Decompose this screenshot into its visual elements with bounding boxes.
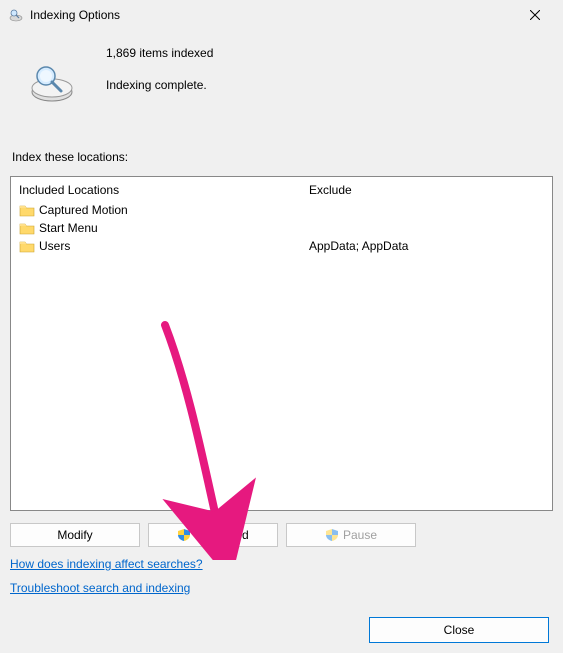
locations-rows: Captured Motion Start Menu Users AppData… [11, 201, 552, 510]
shield-icon [177, 528, 191, 542]
button-label: Close [444, 623, 475, 637]
indexed-count: 1,869 items indexed [106, 46, 213, 60]
column-header-included[interactable]: Included Locations [19, 183, 309, 197]
action-buttons: Modify Advanced Pause [0, 519, 563, 555]
window-close-button[interactable] [515, 1, 555, 29]
help-link[interactable]: How does indexing affect searches? [10, 557, 203, 571]
folder-icon [19, 221, 35, 235]
button-label: Pause [343, 528, 377, 542]
column-header-exclude[interactable]: Exclude [309, 183, 544, 197]
location-exclude: AppData; AppData [309, 239, 544, 253]
modify-button[interactable]: Modify [10, 523, 140, 547]
list-item[interactable]: Captured Motion [11, 201, 552, 219]
close-button[interactable]: Close [369, 617, 549, 643]
window-title: Indexing Options [30, 8, 515, 22]
location-name: Captured Motion [39, 203, 128, 217]
status-area: 1,869 items indexed Indexing complete. [0, 30, 563, 120]
status-text: 1,869 items indexed Indexing complete. [106, 46, 213, 110]
locations-label: Index these locations: [0, 120, 563, 172]
button-label: Modify [57, 528, 92, 542]
help-links: How does indexing affect searches? Troub… [0, 555, 563, 607]
title-bar: Indexing Options [0, 0, 563, 30]
pause-button: Pause [286, 523, 416, 547]
button-label: Advanced [195, 528, 248, 542]
indexing-state: Indexing complete. [106, 78, 213, 92]
list-item[interactable]: Start Menu [11, 219, 552, 237]
list-item[interactable]: Users AppData; AppData [11, 237, 552, 255]
locations-list: Included Locations Exclude Captured Moti… [10, 176, 553, 511]
location-name: Users [39, 239, 70, 253]
app-icon [8, 7, 24, 23]
location-name: Start Menu [39, 221, 98, 235]
column-headers: Included Locations Exclude [11, 177, 552, 201]
indexing-icon [28, 58, 76, 106]
folder-icon [19, 203, 35, 217]
advanced-button[interactable]: Advanced [148, 523, 278, 547]
shield-icon [325, 528, 339, 542]
folder-icon [19, 239, 35, 253]
dialog-footer: Close [369, 617, 549, 643]
troubleshoot-link[interactable]: Troubleshoot search and indexing [10, 581, 190, 595]
close-icon [530, 10, 540, 20]
